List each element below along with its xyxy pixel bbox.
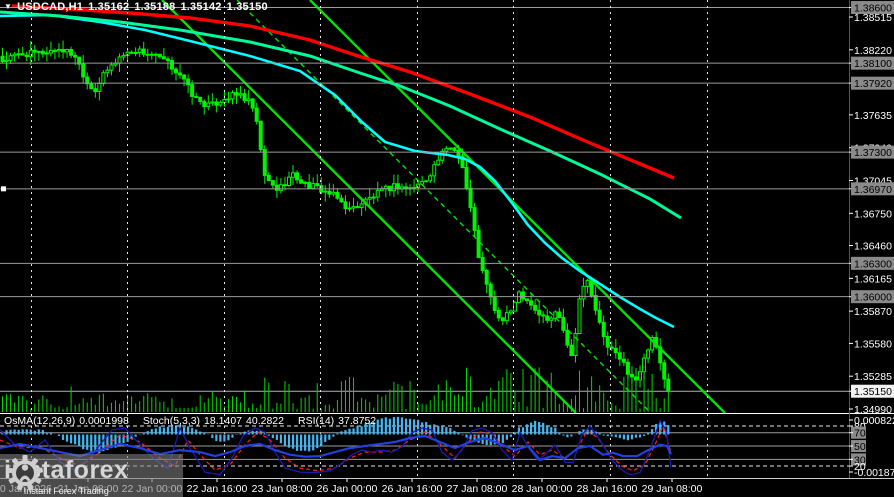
- line-anchor-handle[interactable]: [1, 186, 6, 192]
- gear-icon: [6, 455, 44, 491]
- ohlc-close: 1.35150: [226, 1, 268, 13]
- stoch-signal-value: 40.2822: [246, 415, 284, 427]
- time-tick: 26 Jan 16:00: [382, 483, 443, 495]
- ohlc-low: 1.35142: [180, 1, 222, 13]
- time-tick: 22 Jan 16:00: [187, 483, 248, 495]
- price-tick-1.38100: 1.38100: [854, 58, 892, 70]
- price-tick-1.36300: 1.36300: [854, 258, 892, 270]
- price-tick-1.38220: 1.38220: [854, 45, 892, 57]
- indicator-tick--0.001872: -0.001872: [854, 467, 894, 479]
- price-tick-1.35580: 1.35580: [854, 338, 892, 350]
- ohlc-high: 1.35188: [134, 1, 176, 13]
- price-tick-1.37635: 1.37635: [854, 110, 892, 122]
- indicator-tick-70: 70: [854, 428, 866, 440]
- price-tick-1.35150: 1.35150: [854, 386, 892, 398]
- price-tick-1.36460: 1.36460: [854, 241, 892, 253]
- price-tick-1.36970: 1.36970: [854, 184, 892, 196]
- time-tick: 29 Jan 08:00: [642, 483, 703, 495]
- price-tick-1.37300: 1.37300: [854, 147, 892, 159]
- time-tick: 27 Jan 08:00: [447, 483, 508, 495]
- time-tick: 28 Jan 16:00: [577, 483, 638, 495]
- time-tick: 26 Jan 00:00: [317, 483, 378, 495]
- time-tick: 23 Jan 08:00: [252, 483, 313, 495]
- watermark: instaforex Instant Forex Trading: [0, 454, 183, 497]
- rsi-value: 37.8752: [338, 415, 377, 427]
- mt4-chart-window: 1.385151.382201.376351.373401.370451.367…: [0, 0, 894, 497]
- indicator-values-header: OsMA(12,26,9) 0.0001998 Stoch(5,3,3) 18.140…: [4, 415, 380, 427]
- price-tick-1.38600: 1.38600: [854, 3, 892, 15]
- symbol-dropdown-icon[interactable]: ▼: [4, 2, 12, 11]
- chart-title: ▼ USDCAD,H1 1.35162 1.35188 1.35142 1.35150: [4, 1, 273, 13]
- price-tick-1.35870: 1.35870: [854, 306, 892, 318]
- symbol-period-label: USDCAD,H1: [17, 1, 84, 13]
- time-tick: 28 Jan 00:00: [512, 483, 573, 495]
- price-tick-1.36000: 1.36000: [854, 292, 892, 304]
- indicator-tick-50: 50: [854, 441, 866, 453]
- osma-label: OsMA(12,26,9): [4, 415, 76, 427]
- price-tick-1.35285: 1.35285: [854, 371, 892, 383]
- rsi-label: RSI(14): [297, 415, 335, 427]
- price-tick-1.36750: 1.36750: [854, 208, 892, 220]
- ohlc-open: 1.35162: [88, 1, 130, 13]
- osma-value: 0.0001998: [79, 415, 129, 427]
- price-tick-1.37920: 1.37920: [854, 78, 892, 90]
- stoch-main-value: 18.1407: [204, 415, 243, 427]
- price-tick-1.36165: 1.36165: [854, 273, 892, 285]
- stoch-label: Stoch(5,3,3): [142, 415, 201, 427]
